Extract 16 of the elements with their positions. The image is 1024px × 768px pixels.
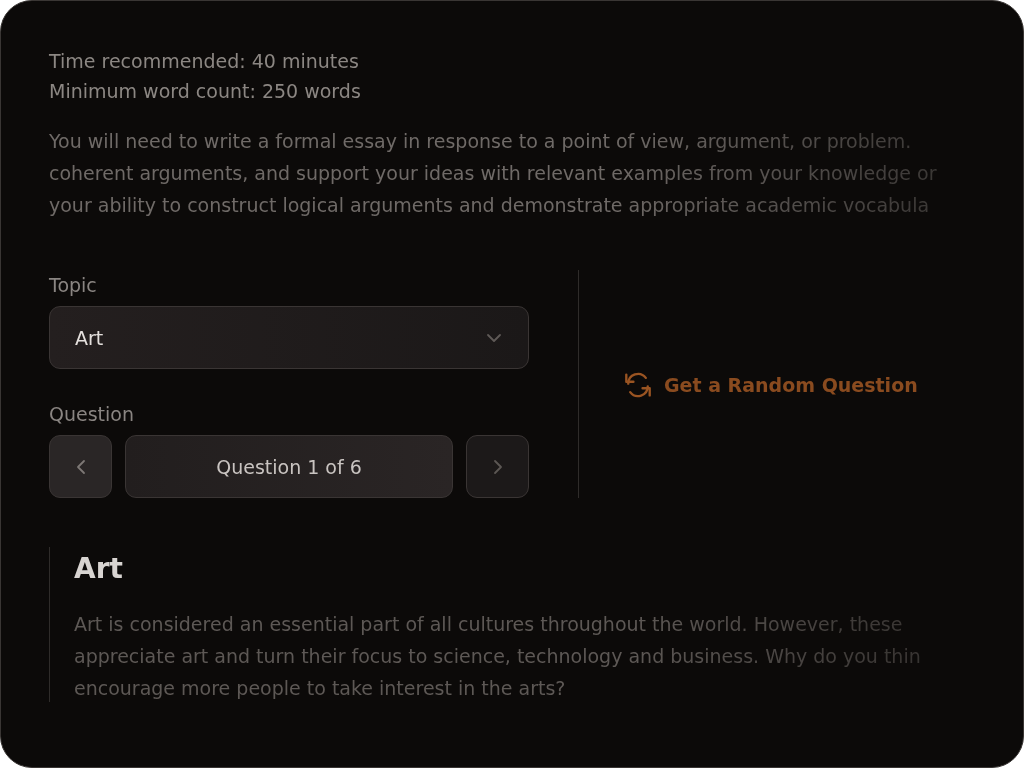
chevron-right-icon	[492, 458, 503, 475]
requirement-text: Minimum word count: 250 words	[49, 79, 361, 104]
next-question-button[interactable]	[466, 435, 529, 498]
topic-dropdown[interactable]: Art	[49, 306, 529, 369]
question-selector[interactable]: Question 1 of 6	[125, 435, 453, 498]
field-label: Question	[49, 402, 134, 426]
field-label: Topic	[49, 273, 97, 297]
description-text: your ability to construct logical arguments and demonstrate appropriate academic vocabula	[49, 193, 930, 218]
chevron-left-icon	[75, 458, 86, 475]
description-text: You will need to write a formal essay in response to a point of view, argument, or problem.	[49, 129, 912, 154]
requirement-text: Time recommended: 40 minutes	[49, 49, 359, 74]
chevron-down-icon	[486, 332, 502, 343]
refresh-icon	[625, 372, 651, 398]
question-text: encourage more people to take interest in the arts?	[74, 676, 566, 701]
previous-question-button[interactable]	[49, 435, 112, 498]
question-title: Art	[74, 552, 123, 586]
